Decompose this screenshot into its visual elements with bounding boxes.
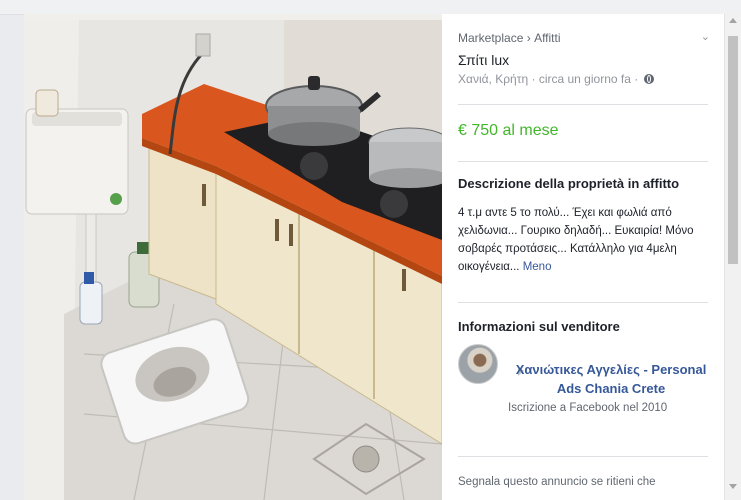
meta-dot: · (531, 72, 539, 86)
scroll-up-arrow-icon[interactable] (729, 18, 737, 23)
scrollbar-thumb[interactable] (728, 36, 738, 264)
scroll-down-arrow-icon[interactable] (729, 484, 737, 489)
breadcrumb-marketplace[interactable]: Marketplace (458, 31, 523, 45)
description-less-link[interactable]: Meno (523, 261, 552, 273)
description-heading: Descrizione della proprietà in affitto (458, 176, 680, 191)
seller-heading: Informazioni sul venditore (458, 319, 620, 334)
divider (458, 302, 708, 303)
globe-icon (643, 74, 654, 84)
divider (458, 104, 708, 105)
browser-top-strip (0, 0, 741, 15)
divider (458, 161, 708, 162)
seller-joined: Iscrizione a Facebook nel 2010 (508, 402, 668, 414)
listing-photo[interactable] (24, 14, 442, 500)
bathroom-kitchen-photo (24, 14, 442, 500)
description-body: 4 τ.μ αντε 5 το πολύ... Έχει και φωλιά α… (458, 207, 694, 273)
listing-title: Σπίτι lux (458, 52, 510, 68)
listing-location[interactable]: Χανιά, Κρήτη (458, 72, 528, 86)
breadcrumb-category[interactable]: Affitti (534, 31, 560, 45)
divider (458, 456, 708, 457)
listing-time: circa un giorno fa (538, 72, 631, 86)
meta-dot: · (634, 72, 642, 86)
chevron-down-icon[interactable]: ⌄ (701, 30, 710, 43)
listing-meta: Χανιά, Κρήτη · circa un giorno fa · (458, 72, 654, 86)
listing-price: € 750 al mese (458, 122, 559, 139)
breadcrumb: Marketplace › Affitti (458, 30, 561, 45)
seller-avatar[interactable] (458, 344, 498, 384)
report-listing-text[interactable]: Segnala questo annuncio se ritieni che (458, 476, 656, 488)
listing-details-panel: Marketplace › Affitti ⌄ Σπίτι lux Χανιά,… (442, 14, 724, 500)
description-text: 4 τ.μ αντε 5 το πολύ... Έχει και φωλιά α… (458, 204, 710, 276)
breadcrumb-separator: › (526, 30, 531, 45)
seller-name-link[interactable]: Χανιώτικες Αγγελίες - Personal Ads Chani… (508, 360, 714, 398)
scrollbar[interactable] (724, 14, 741, 500)
